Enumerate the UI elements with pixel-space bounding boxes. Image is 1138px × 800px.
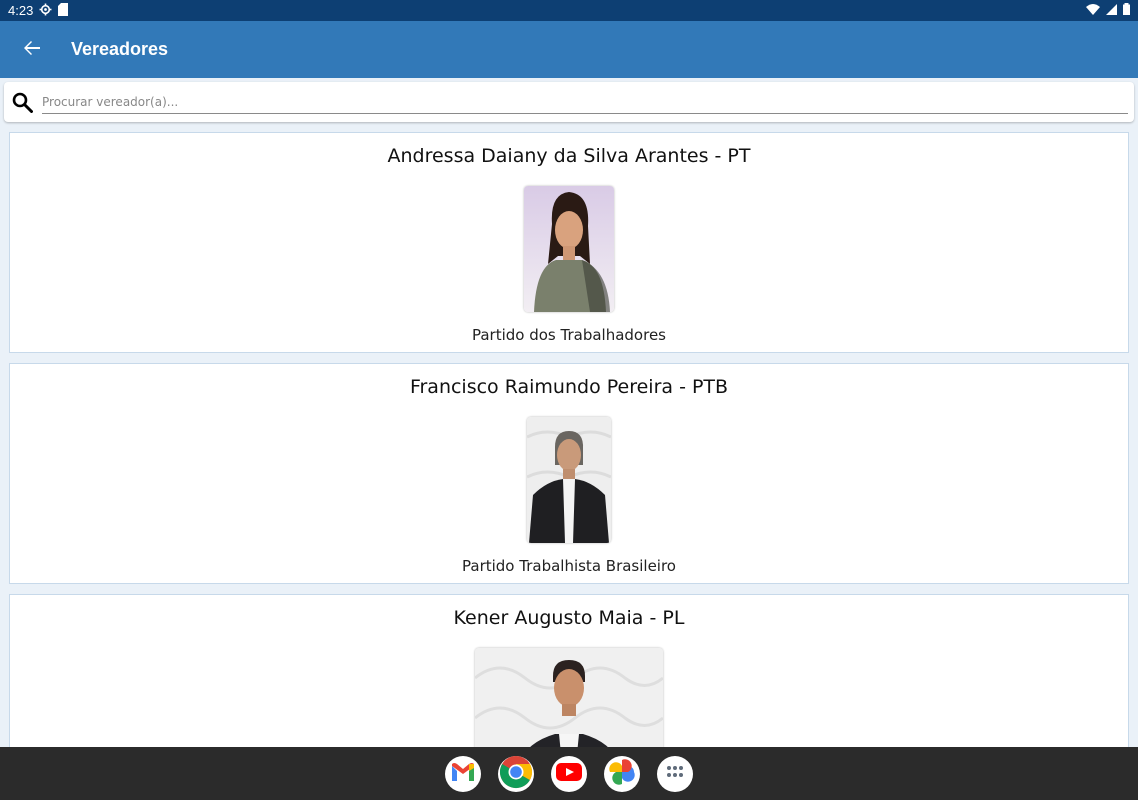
battery-icon	[1123, 3, 1130, 18]
arrow-back-icon	[23, 39, 41, 61]
chrome-icon	[499, 755, 533, 793]
status-bar: 4:23	[0, 0, 1138, 21]
councilor-party: Partido Trabalhista Brasileiro	[462, 557, 676, 575]
search-bar	[4, 82, 1134, 122]
councilor-card[interactable]: Francisco Raimundo Pereira - PTB Partido…	[9, 363, 1129, 584]
back-button[interactable]	[0, 21, 64, 78]
app-drawer-icon	[666, 764, 684, 783]
councilor-name: Francisco Raimundo Pereira - PTB	[409, 376, 729, 398]
councilor-list: Andressa Daiany da Silva Arantes - PT Pa…	[9, 132, 1129, 800]
status-time: 4:23	[8, 3, 34, 18]
search-input[interactable]	[42, 90, 1128, 114]
youtube-app[interactable]	[551, 755, 587, 792]
photos-app[interactable]	[604, 755, 640, 792]
youtube-icon	[556, 762, 582, 785]
chrome-app[interactable]	[498, 755, 534, 793]
taskbar-dock	[0, 747, 1138, 800]
app-drawer-button[interactable]	[657, 755, 693, 792]
page-title: Vereadores	[71, 39, 169, 59]
search-icon	[10, 90, 34, 114]
councilor-name: Andressa Daiany da Silva Arantes - PT	[387, 145, 751, 167]
gmail-icon	[450, 762, 476, 786]
photos-icon	[609, 758, 635, 789]
wifi-icon	[1086, 3, 1100, 18]
councilor-card[interactable]: Andressa Daiany da Silva Arantes - PT Pa…	[9, 132, 1129, 353]
gmail-app[interactable]	[445, 755, 481, 792]
sd-card-icon	[58, 2, 69, 19]
councilor-party: Partido dos Trabalhadores	[471, 326, 666, 344]
councilor-name: Kener Augusto Maia - PL	[453, 607, 685, 629]
councilor-photo	[527, 417, 611, 543]
settings-gear-icon	[39, 3, 52, 19]
signal-icon	[1106, 3, 1117, 18]
app-bar: Vereadores	[0, 21, 1138, 78]
councilor-photo	[524, 186, 614, 312]
